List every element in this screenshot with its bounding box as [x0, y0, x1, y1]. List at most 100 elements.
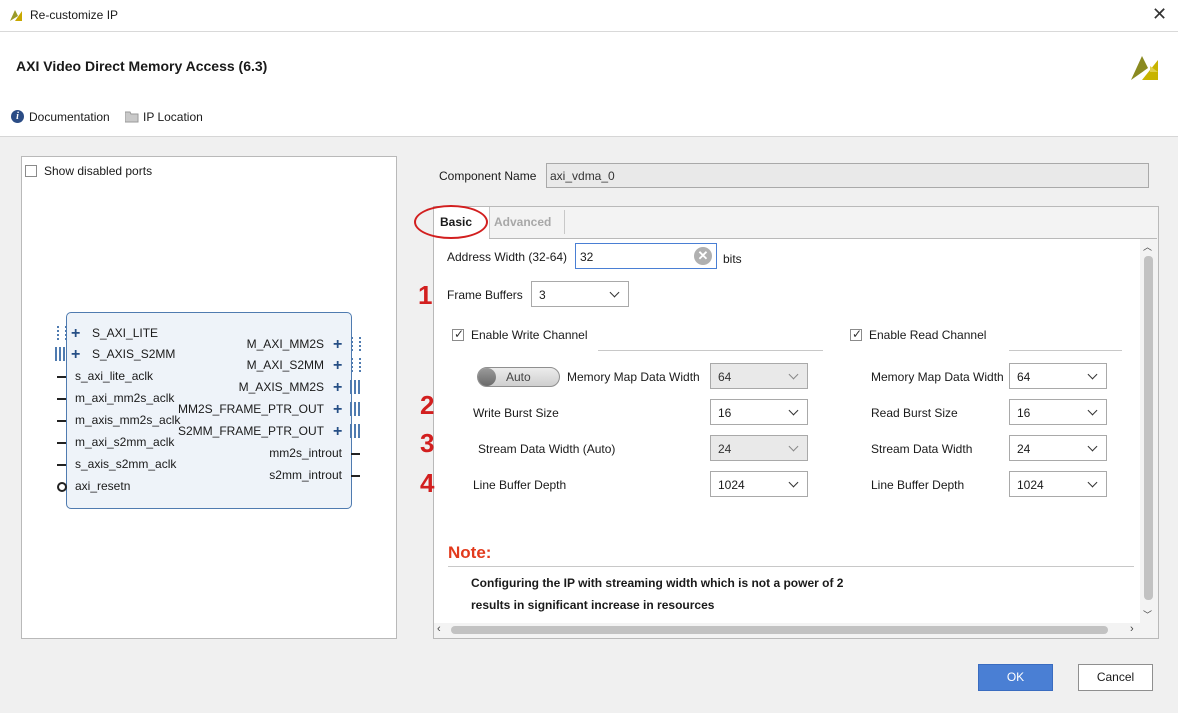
- horizontal-scroll-thumb[interactable]: [451, 626, 1108, 634]
- port-s-axi-lite: S_AXI_LITE: [92, 326, 159, 340]
- write-stream-width-select[interactable]: 24: [710, 435, 808, 461]
- address-width-label: Address Width (32-64): [447, 250, 568, 264]
- documentation-link[interactable]: Documentation: [29, 110, 110, 124]
- title-bar: [0, 0, 1178, 32]
- info-icon: i: [11, 110, 24, 123]
- bus-stub: [57, 326, 67, 340]
- read-mm-width-value: 64: [1017, 370, 1031, 384]
- annotation-number-2: 2: [420, 390, 435, 420]
- read-mm-width-select[interactable]: 64: [1009, 363, 1107, 389]
- read-separator: [1009, 350, 1122, 351]
- port-s2mm-frame-ptr-out: S2MM_FRAME_PTR_OUT: [177, 424, 324, 438]
- port-s-axis-s2mm-aclk: s_axis_s2mm_aclk: [75, 457, 177, 471]
- scroll-down-arrow-icon[interactable]: ﹀: [1143, 608, 1152, 621]
- annotation-number-3: 3: [420, 428, 435, 458]
- port-m-axi-s2mm: M_AXI_S2MM: [246, 358, 324, 372]
- write-separator: [598, 350, 823, 351]
- xilinx-logo-icon: [1131, 56, 1158, 80]
- xilinx-logo-icon: [10, 10, 22, 21]
- bus-stub: [350, 424, 362, 438]
- chevron-down-icon: [1087, 477, 1098, 488]
- note-separator: [448, 566, 1134, 567]
- read-line-buffer-select[interactable]: 1024: [1009, 471, 1107, 497]
- read-stream-width-select[interactable]: 24: [1009, 435, 1107, 461]
- expand-plus-icon[interactable]: +: [333, 424, 342, 440]
- port-s2mm-introut: s2mm_introut: [269, 468, 342, 482]
- chevron-down-icon: [788, 369, 799, 380]
- expand-plus-icon[interactable]: +: [333, 337, 342, 353]
- port-wire: [57, 464, 66, 466]
- window-title: Re-customize IP: [30, 8, 119, 22]
- expand-plus-icon[interactable]: +: [333, 402, 342, 418]
- expand-plus-icon[interactable]: +: [333, 380, 342, 396]
- ip-location-link[interactable]: IP Location: [143, 110, 203, 124]
- read-line-buffer-value: 1024: [1017, 478, 1044, 492]
- scroll-up-arrow-icon[interactable]: ︿: [1143, 240, 1152, 253]
- close-icon[interactable]: ✕: [1152, 5, 1167, 23]
- write-mm-width-value: 64: [718, 370, 732, 384]
- port-wire: [57, 398, 66, 400]
- write-line-buffer-select[interactable]: 1024: [710, 471, 808, 497]
- reset-port-circle: [57, 482, 67, 492]
- note-line-1: Configuring the IP with streaming width …: [471, 576, 844, 590]
- write-burst-value: 16: [718, 406, 732, 420]
- note-title: Note:: [448, 543, 492, 562]
- folder-icon: [125, 111, 139, 123]
- clear-icon[interactable]: ✕: [694, 247, 712, 265]
- scroll-right-arrow-icon[interactable]: ›: [1130, 623, 1134, 635]
- chevron-down-icon: [609, 287, 620, 298]
- bus-stub: [350, 380, 362, 394]
- write-burst-select[interactable]: 16: [710, 399, 808, 425]
- bus-stub: [351, 358, 361, 372]
- tab-advanced[interactable]: Advanced: [494, 215, 551, 229]
- highlight-ellipse: [414, 205, 488, 239]
- write-stream-width-value: 24: [718, 442, 732, 456]
- annotation-number-1: 1: [418, 280, 433, 310]
- chevron-down-icon: [1087, 441, 1098, 452]
- chevron-down-icon: [788, 477, 799, 488]
- enable-read-checkbox[interactable]: [850, 327, 862, 341]
- write-mm-width-label: Memory Map Data Width: [567, 370, 700, 384]
- write-mm-width-select[interactable]: 64: [710, 363, 808, 389]
- show-disabled-checkbox[interactable]: [25, 165, 37, 177]
- port-m-axis-mm2s: M_AXIS_MM2S: [238, 380, 324, 394]
- chevron-down-icon: [1087, 405, 1098, 416]
- port-m-axi-mm2s-aclk: m_axi_mm2s_aclk: [75, 391, 175, 405]
- show-disabled-label: Show disabled ports: [44, 164, 153, 178]
- port-mm2s-frame-ptr-out: MM2S_FRAME_PTR_OUT: [177, 402, 324, 416]
- read-burst-select[interactable]: 16: [1009, 399, 1107, 425]
- component-name-input[interactable]: axi_vdma_0: [546, 163, 1149, 188]
- bits-label: bits: [723, 252, 742, 266]
- port-mm2s-introut: mm2s_introut: [269, 446, 342, 460]
- chevron-down-icon: [788, 441, 799, 452]
- scroll-left-arrow-icon[interactable]: ‹: [437, 623, 441, 635]
- expand-plus-icon[interactable]: +: [71, 326, 80, 342]
- ip-title: AXI Video Direct Memory Access (6.3): [16, 58, 268, 74]
- port-wire: [57, 376, 66, 378]
- expand-plus-icon[interactable]: +: [333, 358, 342, 374]
- ok-button[interactable]: OK: [978, 664, 1053, 691]
- read-line-buffer-label: Line Buffer Depth: [871, 478, 965, 492]
- frame-buffers-select[interactable]: 3: [531, 281, 629, 307]
- write-line-buffer-label: Line Buffer Depth: [473, 478, 567, 492]
- port-m-axis-mm2s-aclk: m_axis_mm2s_aclk: [75, 413, 181, 427]
- port-axi-resetn: axi_resetn: [75, 479, 131, 493]
- enable-write-label: Enable Write Channel: [471, 328, 588, 342]
- expand-plus-icon[interactable]: +: [71, 347, 80, 363]
- port-m-axi-s2mm-aclk: m_axi_s2mm_aclk: [75, 435, 175, 449]
- read-mm-width-label: Memory Map Data Width: [871, 370, 1004, 384]
- port-s-axi-lite-aclk: s_axi_lite_aclk: [75, 369, 154, 383]
- bus-stub: [350, 402, 362, 416]
- enable-read-label: Enable Read Channel: [869, 328, 987, 342]
- toggle-knob: [478, 368, 496, 386]
- bus-stub: [351, 337, 361, 351]
- bus-stub: [55, 347, 67, 361]
- cancel-button[interactable]: Cancel: [1078, 664, 1153, 691]
- write-burst-label: Write Burst Size: [473, 406, 559, 420]
- vertical-scroll-thumb[interactable]: [1144, 256, 1153, 600]
- write-line-buffer-value: 1024: [718, 478, 745, 492]
- write-stream-width-label: Stream Data Width (Auto): [478, 442, 616, 456]
- port-wire: [57, 442, 66, 444]
- enable-write-checkbox[interactable]: [452, 327, 464, 341]
- annotation-number-4: 4: [420, 468, 435, 498]
